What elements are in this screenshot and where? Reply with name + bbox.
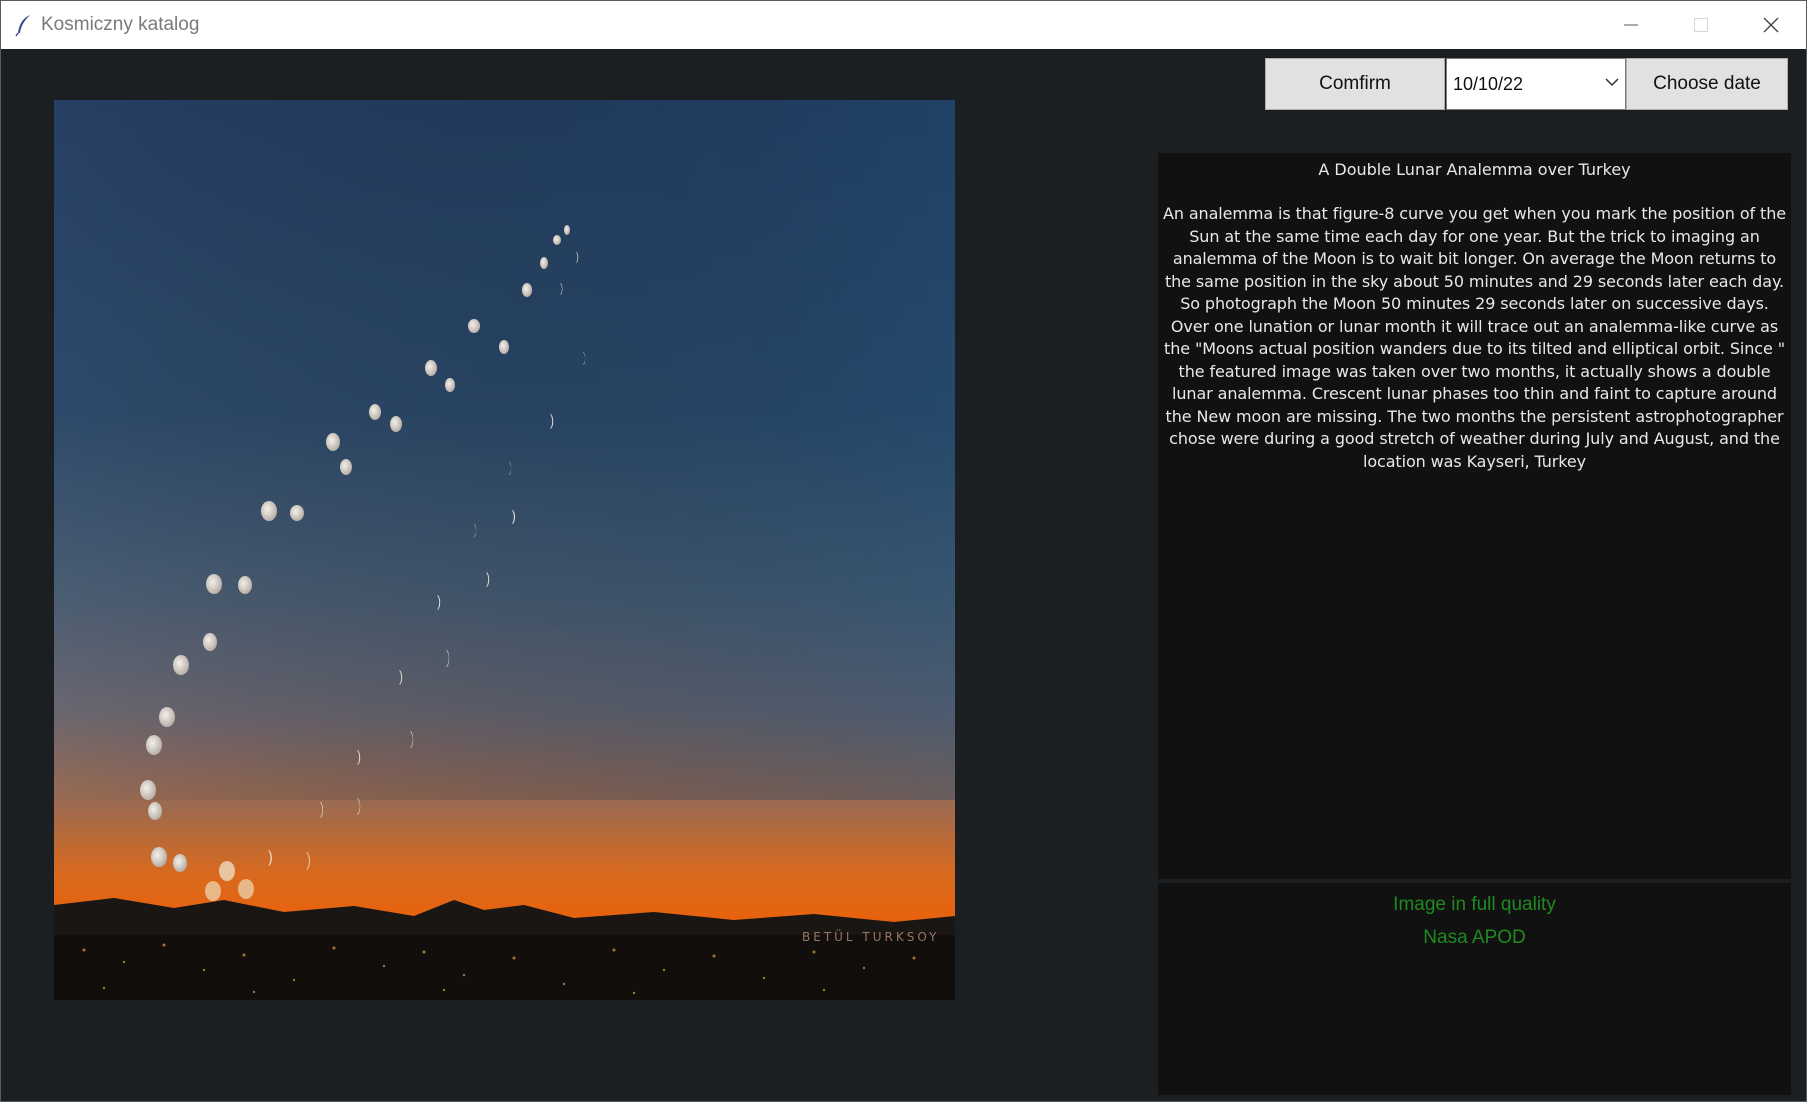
apod-title: A Double Lunar Analemma over Turkey (1318, 160, 1631, 179)
choose-date-button[interactable]: Choose date (1626, 58, 1788, 110)
minimize-icon (1624, 24, 1638, 26)
chevron-down-icon (1605, 78, 1619, 87)
confirm-button[interactable]: Comfirm (1265, 58, 1445, 110)
close-icon (1763, 17, 1779, 33)
window-title: Kosmiczny katalog (41, 14, 200, 35)
photo-watermark: BETÜL TURKSOY (802, 930, 940, 944)
app-window: Kosmiczny katalog BETÜL TURKSOY Comfirm … (0, 0, 1807, 1102)
title-bar[interactable]: Kosmiczny katalog (1, 1, 1806, 49)
nasa-apod-link[interactable]: Nasa APOD (1158, 921, 1791, 954)
close-button[interactable] (1736, 1, 1806, 49)
lunar-analemma-photo (54, 100, 955, 1000)
apod-explanation: An analemma is that figure-8 curve you g… (1162, 204, 1787, 471)
date-select-value: 10/10/22 (1453, 73, 1524, 94)
apod-image: BETÜL TURKSOY (54, 100, 955, 1000)
minimize-button[interactable] (1596, 1, 1666, 49)
description-panel: A Double Lunar Analemma over Turkey An a… (1158, 153, 1791, 879)
date-select[interactable]: 10/10/22 (1446, 58, 1626, 110)
maximize-icon (1694, 18, 1708, 32)
maximize-button[interactable] (1666, 1, 1736, 49)
feather-icon (15, 15, 30, 37)
client-area: BETÜL TURKSOY Comfirm 10/10/22 Choose da… (3, 50, 1804, 1101)
links-panel: Image in full quality Nasa APOD (1158, 883, 1791, 1095)
full-quality-link[interactable]: Image in full quality (1158, 888, 1791, 921)
